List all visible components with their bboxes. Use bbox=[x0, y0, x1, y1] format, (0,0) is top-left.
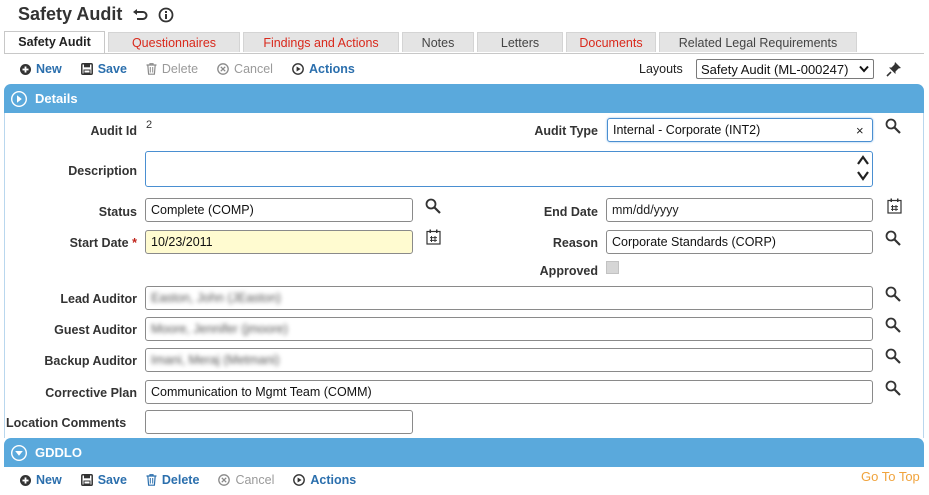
tab-bar: Safety Audit Questionnaires Findings and… bbox=[4, 31, 857, 53]
new-button[interactable]: New bbox=[20, 62, 62, 76]
gddlo-section-header[interactable]: GDDLO bbox=[4, 438, 924, 467]
required-mark: * bbox=[132, 236, 137, 250]
guest-auditor-label: Guest Auditor bbox=[54, 323, 137, 337]
search-icon[interactable] bbox=[885, 348, 901, 367]
search-icon[interactable] bbox=[885, 118, 901, 137]
plus-circle-icon bbox=[20, 63, 31, 75]
approved-checkbox[interactable] bbox=[606, 261, 619, 274]
corrective-plan-label: Corrective Plan bbox=[45, 386, 137, 400]
search-icon[interactable] bbox=[885, 286, 901, 305]
location-comments-field[interactable] bbox=[145, 410, 413, 434]
status-field[interactable]: Complete (COMP) bbox=[145, 198, 413, 222]
search-icon[interactable] bbox=[885, 317, 901, 336]
description-label: Description bbox=[68, 164, 137, 178]
trash-icon bbox=[146, 474, 157, 486]
reason-field[interactable]: Corporate Standards (CORP) bbox=[606, 230, 873, 254]
end-date-field[interactable]: mm/dd/yyyy bbox=[606, 198, 873, 222]
approved-label: Approved bbox=[539, 264, 598, 278]
scroll-up-icon[interactable] bbox=[856, 154, 870, 169]
search-icon[interactable] bbox=[425, 198, 441, 217]
trash-icon bbox=[146, 63, 157, 75]
page-header: Safety Audit bbox=[18, 4, 174, 25]
lead-auditor-field[interactable]: Easton, John (JEaston) bbox=[145, 286, 873, 310]
layouts-label: Layouts bbox=[639, 62, 683, 76]
tab-notes[interactable]: Notes bbox=[402, 32, 474, 52]
actions-button[interactable]: Actions bbox=[293, 473, 356, 487]
tab-related-legal-requirements[interactable]: Related Legal Requirements bbox=[659, 32, 857, 52]
details-section-header[interactable]: Details bbox=[4, 84, 924, 113]
chevron-down-icon bbox=[859, 65, 869, 73]
page-title: Safety Audit bbox=[18, 4, 123, 24]
actions-button[interactable]: Actions bbox=[292, 62, 355, 76]
bottom-toolbar: New Save Delete Cancel Actions bbox=[20, 473, 375, 487]
corrective-plan-field[interactable]: Communication to Mgmt Team (COMM) bbox=[145, 380, 873, 404]
expand-circle-icon bbox=[11, 90, 27, 107]
delete-button[interactable]: Delete bbox=[146, 473, 199, 487]
collapse-circle-icon bbox=[11, 444, 27, 461]
end-date-label: End Date bbox=[543, 205, 598, 219]
search-icon[interactable] bbox=[885, 230, 901, 249]
clear-icon[interactable]: × bbox=[856, 123, 864, 138]
start-date-label: Start Date * bbox=[69, 236, 137, 250]
lead-auditor-label: Lead Auditor bbox=[60, 292, 137, 306]
audit-id-label: Audit Id bbox=[90, 124, 137, 138]
calendar-icon[interactable] bbox=[426, 229, 441, 248]
guest-auditor-field[interactable]: Moore, Jennifer (jmoore) bbox=[145, 317, 873, 341]
start-date-field[interactable]: 10/23/2011 bbox=[145, 230, 413, 254]
search-icon[interactable] bbox=[885, 380, 901, 399]
scroll-down-icon[interactable] bbox=[856, 170, 870, 185]
audit-type-field[interactable]: Internal - Corporate (INT2) bbox=[607, 118, 873, 142]
status-label: Status bbox=[98, 205, 137, 219]
top-toolbar: New Save Delete Cancel Actions bbox=[20, 62, 374, 76]
play-circle-icon bbox=[293, 474, 306, 486]
tab-safety-audit[interactable]: Safety Audit bbox=[4, 31, 105, 53]
tab-questionnaires[interactable]: Questionnaires bbox=[108, 32, 240, 52]
calendar-icon[interactable] bbox=[887, 198, 902, 217]
backup-auditor-field[interactable]: Imani, Meraj (Metmani) bbox=[145, 348, 873, 372]
info-icon[interactable] bbox=[158, 7, 174, 23]
plus-circle-icon bbox=[20, 474, 31, 486]
save-button[interactable]: Save bbox=[80, 473, 127, 487]
description-field[interactable] bbox=[145, 151, 873, 187]
cancel-icon bbox=[217, 63, 229, 75]
save-button[interactable]: Save bbox=[80, 62, 127, 76]
cancel-button[interactable]: Cancel bbox=[217, 62, 273, 76]
delete-button[interactable]: Delete bbox=[146, 62, 198, 76]
reason-label: Reason bbox=[552, 236, 598, 250]
play-circle-icon bbox=[292, 63, 304, 75]
cancel-button[interactable]: Cancel bbox=[218, 473, 274, 487]
go-to-top-link[interactable]: Go To Top bbox=[861, 469, 920, 484]
tab-findings-and-actions[interactable]: Findings and Actions bbox=[243, 32, 399, 52]
new-button[interactable]: New bbox=[20, 473, 62, 487]
cancel-icon bbox=[218, 474, 231, 486]
save-icon bbox=[80, 474, 93, 486]
tab-letters[interactable]: Letters bbox=[477, 32, 563, 52]
pin-icon[interactable] bbox=[886, 61, 902, 80]
location-comments-label: Location Comments bbox=[6, 416, 127, 430]
tab-documents[interactable]: Documents bbox=[566, 32, 656, 52]
tab-divider bbox=[4, 53, 924, 54]
layout-select[interactable]: Safety Audit (ML-000247) bbox=[696, 59, 874, 79]
save-icon bbox=[80, 63, 93, 75]
backup-auditor-label: Backup Auditor bbox=[44, 354, 137, 368]
undo-icon[interactable] bbox=[132, 8, 148, 22]
audit-type-label: Audit Type bbox=[534, 124, 598, 138]
audit-id-value: 2 bbox=[146, 119, 153, 131]
